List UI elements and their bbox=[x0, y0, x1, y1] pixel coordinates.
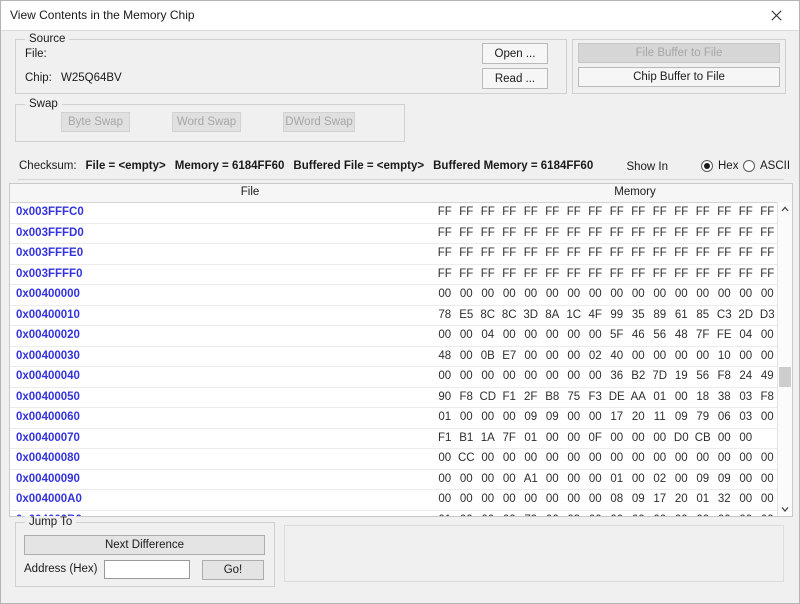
hex-row-memory-bytes: 00000000000000000809172001320000 bbox=[434, 493, 778, 505]
title-bar: View Contents in the Memory Chip bbox=[1, 1, 799, 31]
hex-row-address: 0x003FFFF0 bbox=[16, 268, 82, 280]
open-button[interactable]: Open ... bbox=[482, 43, 548, 64]
checksum-bar: Checksum: File = <empty> Memory = 6184FF60… bbox=[19, 160, 593, 172]
hex-row-address: 0x00400000 bbox=[16, 288, 80, 300]
chip-buffer-to-file-button[interactable]: Chip Buffer to File bbox=[578, 67, 780, 87]
hex-row-memory-bytes: 01000000090900001720110979060300 bbox=[434, 411, 778, 423]
show-in-label: Show In bbox=[626, 161, 668, 173]
window-title: View Contents in the Memory Chip bbox=[10, 1, 195, 30]
hex-row-address: 0x00400080 bbox=[16, 452, 80, 464]
radio-hex-label: Hex bbox=[718, 160, 738, 172]
hex-row-address: 0x00400070 bbox=[16, 432, 80, 444]
hex-row[interactable]: 0x003FFFF0 FFFFFFFFFFFFFFFFFFFFFFFFFFFFFF… bbox=[10, 265, 792, 286]
hex-row-memory-bytes: 78E58C8C3D8A1C4F9935896185C32DD3 bbox=[434, 309, 778, 321]
hex-row[interactable]: 0x004000A0 000000000000000008091720013200… bbox=[10, 490, 792, 511]
radio-ascii[interactable]: ASCII bbox=[743, 160, 790, 172]
hex-row-memory-bytes: FFFFFFFFFFFFFFFFFFFFFFFFFFFFFFFF bbox=[434, 268, 778, 280]
hex-row[interactable]: 0x00400030 48000BE70000000240000000001000… bbox=[10, 347, 792, 368]
hex-row[interactable]: 0x00400040 000000000000000036B27D1956F824… bbox=[10, 367, 792, 388]
read-button[interactable]: Read ... bbox=[482, 68, 548, 89]
hex-row-address: 0x00400060 bbox=[16, 411, 80, 423]
checksum-file: File = <empty> bbox=[86, 160, 166, 172]
hex-row-address: 0x00400020 bbox=[16, 329, 80, 341]
column-header-file[interactable]: File bbox=[10, 186, 490, 198]
hex-view: File Memory 0x003FFFC0 FFFFFFFFFFFFFFFFFF… bbox=[9, 183, 793, 517]
dialog-window: View Contents in the Memory Chip Source … bbox=[0, 0, 800, 604]
hex-row-address: 0x00400010 bbox=[16, 309, 80, 321]
hex-row-memory-bytes: 01000000790603000000000000000000 bbox=[434, 514, 778, 518]
hex-row-memory-bytes: 00000400000000005F4656487FFE0400 bbox=[434, 329, 778, 341]
word-swap-button[interactable]: Word Swap bbox=[172, 112, 241, 132]
hex-row-memory-bytes: FFFFFFFFFFFFFFFFFFFFFFFFFFFFFFFF bbox=[434, 206, 778, 218]
bottom-empty-panel bbox=[284, 525, 784, 582]
hex-row[interactable]: 0x00400080 00CC00000000000000000000000000… bbox=[10, 449, 792, 470]
file-buffer-to-file-button[interactable]: File Buffer to File bbox=[578, 43, 780, 63]
hex-row[interactable]: 0x00400090 00000000A100000001000200090900… bbox=[10, 470, 792, 491]
address-input[interactable] bbox=[104, 560, 190, 579]
radio-hex-dot bbox=[701, 160, 713, 172]
hex-row-address: 0x003FFFD0 bbox=[16, 227, 84, 239]
hex-row[interactable]: 0x003FFFD0 FFFFFFFFFFFFFFFFFFFFFFFFFFFFFF… bbox=[10, 224, 792, 245]
address-hex-label: Address (Hex) bbox=[24, 563, 98, 575]
hex-row-address: 0x00400050 bbox=[16, 391, 80, 403]
file-label: File: bbox=[25, 48, 47, 60]
hex-row-memory-bytes: 00000000000000000000000000000000 bbox=[434, 288, 778, 300]
chip-label: Chip: bbox=[25, 72, 52, 84]
checksum-memory: Memory = 6184FF60 bbox=[175, 160, 285, 172]
hex-row[interactable]: 0x00400010 78E58C8C3D8A1C4F9935896185C32D… bbox=[10, 306, 792, 327]
hex-row-memory-bytes: F1B11A7F0100000F000000D0CB0000 bbox=[434, 432, 757, 444]
radio-hex[interactable]: Hex bbox=[701, 160, 738, 172]
hex-row-memory-bytes: FFFFFFFFFFFFFFFFFFFFFFFFFFFFFFFF bbox=[434, 247, 778, 259]
close-icon[interactable] bbox=[753, 1, 799, 30]
chevron-down-icon[interactable] bbox=[778, 502, 792, 516]
hex-row-address: 0x00400040 bbox=[16, 370, 80, 382]
hex-view-scrollbar[interactable] bbox=[777, 202, 792, 516]
hex-row-address: 0x00400030 bbox=[16, 350, 80, 362]
byte-swap-button[interactable]: Byte Swap bbox=[61, 112, 130, 132]
hex-row-memory-bytes: 90F8CDF12FB875F3DEAA0100183803F8 bbox=[434, 391, 778, 403]
hex-row[interactable]: 0x00400070 F1B11A7F0100000F000000D0CB0000 bbox=[10, 429, 792, 450]
chevron-up-icon[interactable] bbox=[778, 202, 792, 216]
hex-row-memory-bytes: 00CC0000000000000000000000000000 bbox=[434, 452, 778, 464]
checksum-buffered-memory: Buffered Memory = 6184FF60 bbox=[433, 160, 593, 172]
hex-row-memory-bytes: 000000000000000036B27D1956F82449 bbox=[434, 370, 778, 382]
hex-row-memory-bytes: 48000BE7000000024000000000100000 bbox=[434, 350, 778, 362]
hex-row[interactable]: 0x003FFFC0 FFFFFFFFFFFFFFFFFFFFFFFFFFFFFF… bbox=[10, 203, 792, 224]
hex-row[interactable]: 0x00400020 00000400000000005F4656487FFE04… bbox=[10, 326, 792, 347]
hex-row[interactable]: 0x003FFFE0 FFFFFFFFFFFFFFFFFFFFFFFFFFFFFF… bbox=[10, 244, 792, 265]
hex-row-address: 0x004000A0 bbox=[16, 493, 82, 505]
hex-view-body[interactable]: 0x003FFFC0 FFFFFFFFFFFFFFFFFFFFFFFFFFFFFF… bbox=[10, 203, 792, 517]
next-difference-button[interactable]: Next Difference bbox=[24, 535, 265, 555]
hex-view-header: File Memory bbox=[10, 184, 792, 203]
hex-row[interactable]: 0x00400050 90F8CDF12FB875F3DEAA0100183803… bbox=[10, 388, 792, 409]
dword-swap-button[interactable]: DWord Swap bbox=[283, 112, 355, 132]
source-group-legend: Source bbox=[25, 33, 69, 45]
divider bbox=[18, 179, 784, 180]
checksum-buffered-file: Buffered File = <empty> bbox=[293, 160, 424, 172]
hex-row-memory-bytes: FFFFFFFFFFFFFFFFFFFFFFFFFFFFFFFF bbox=[434, 227, 778, 239]
radio-ascii-dot bbox=[743, 160, 755, 172]
column-header-memory[interactable]: Memory bbox=[490, 186, 780, 198]
go-button[interactable]: Go! bbox=[202, 560, 264, 580]
swap-group-legend: Swap bbox=[25, 98, 62, 110]
hex-row[interactable]: 0x004000B0010000007906030000000000000000… bbox=[10, 511, 792, 518]
hex-row-address: 0x00400090 bbox=[16, 473, 80, 485]
hex-row-memory-bytes: 00000000A10000000100020009090000 bbox=[434, 473, 778, 485]
hex-row[interactable]: 0x00400060 010000000909000017201109790603… bbox=[10, 408, 792, 429]
hex-row-address: 0x003FFFE0 bbox=[16, 247, 83, 259]
scrollbar-thumb[interactable] bbox=[779, 367, 791, 387]
hex-row-address: 0x003FFFC0 bbox=[16, 206, 84, 218]
jump-to-legend: Jump To bbox=[25, 516, 76, 528]
checksum-label: Checksum: bbox=[19, 160, 77, 172]
chip-value: W25Q64BV bbox=[61, 72, 122, 84]
hex-row[interactable]: 0x00400000 000000000000000000000000000000… bbox=[10, 285, 792, 306]
radio-ascii-label: ASCII bbox=[760, 160, 790, 172]
